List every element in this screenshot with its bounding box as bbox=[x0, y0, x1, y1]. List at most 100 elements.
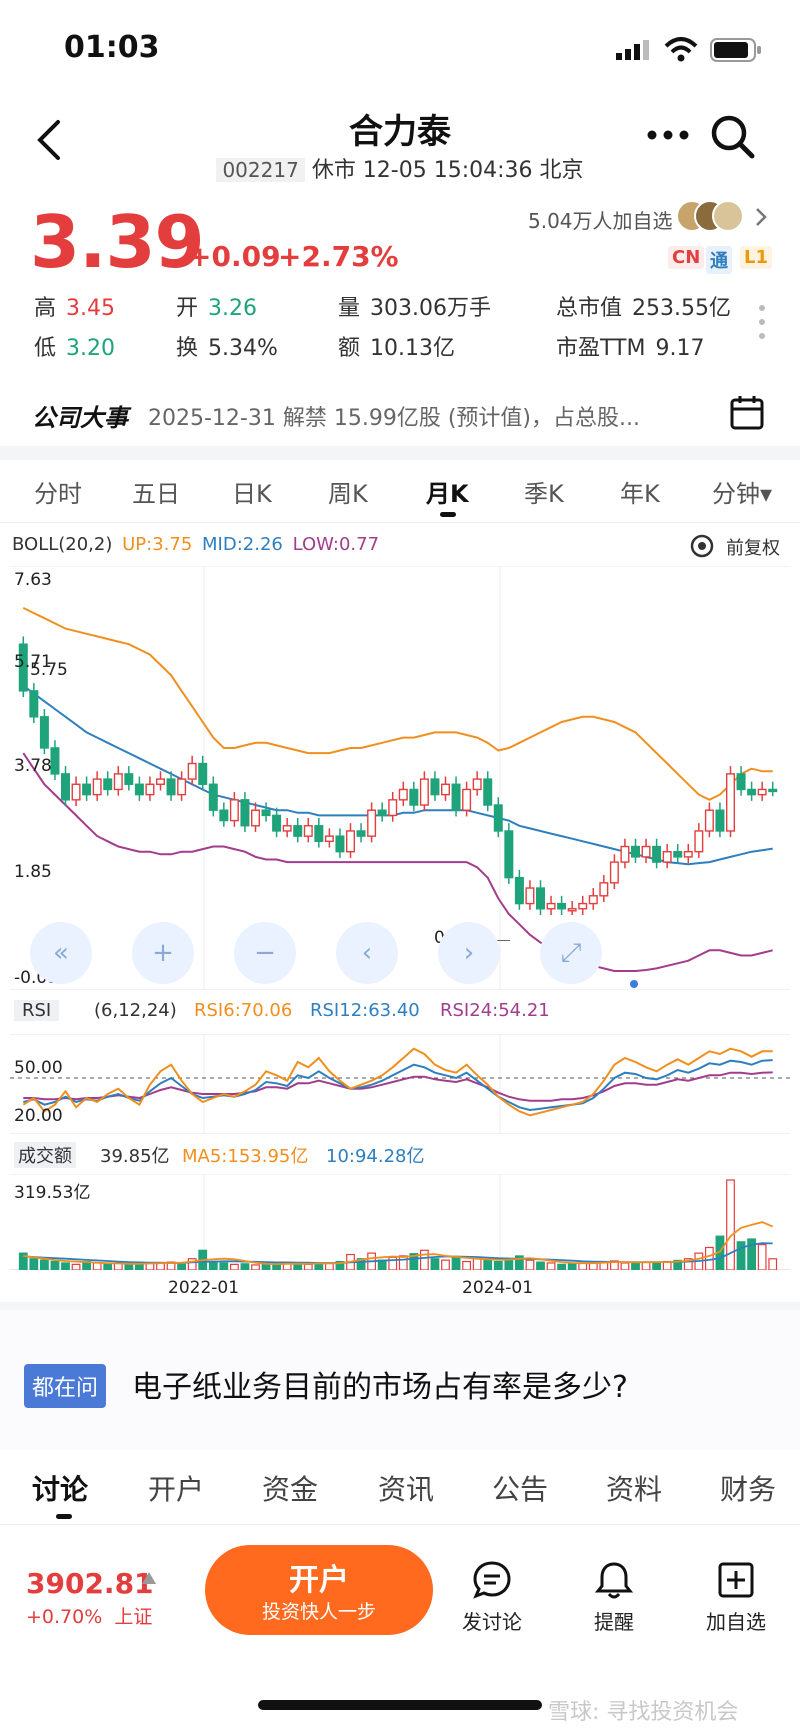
candle-body bbox=[335, 835, 345, 853]
volume-ma5: MA5:153.95亿 bbox=[182, 1146, 309, 1167]
calendar-icon[interactable] bbox=[730, 394, 764, 430]
home-indicator bbox=[258, 1700, 542, 1710]
volume-chart[interactable] bbox=[10, 1174, 790, 1270]
index-value[interactable]: 3902.81 bbox=[26, 1567, 154, 1600]
volume-bar bbox=[768, 1258, 778, 1270]
price-change-pct: +2.73% bbox=[278, 240, 399, 273]
zoom-out-button[interactable]: − bbox=[234, 922, 296, 984]
index-change: +0.70% 上证 bbox=[26, 1606, 153, 1628]
rsi6-line bbox=[22, 1047, 773, 1117]
volume-bar bbox=[726, 1179, 735, 1270]
boll-mid: MID:2.26 bbox=[202, 534, 283, 555]
volume-bar bbox=[462, 1260, 472, 1270]
candle-body bbox=[715, 809, 725, 832]
settings-icon[interactable] bbox=[688, 532, 716, 560]
price-change: +0.09 bbox=[188, 240, 281, 273]
volume-ma10-line bbox=[23, 1242, 773, 1264]
candle-body bbox=[398, 788, 408, 801]
candle-body bbox=[419, 778, 429, 806]
tab-profile[interactable]: 资料 bbox=[606, 1468, 662, 1508]
scroll-start-button[interactable]: « bbox=[30, 922, 92, 984]
scroll-left-button[interactable]: ‹ bbox=[336, 922, 398, 984]
question-text[interactable]: 电子纸业务目前的市场占有率是多少? bbox=[132, 1362, 628, 1406]
open-account-label: 开户 bbox=[289, 1563, 349, 1598]
tab-daily[interactable]: 日K bbox=[232, 474, 272, 509]
tab-news[interactable]: 资讯 bbox=[378, 1468, 434, 1508]
rsi-y-label-20: 20.00 bbox=[14, 1106, 63, 1126]
followers-count: 5.04万人加自选 bbox=[528, 209, 673, 233]
volume-bar bbox=[50, 1260, 60, 1270]
search-icon[interactable] bbox=[710, 114, 756, 160]
post-discussion-button[interactable]: 发讨论 bbox=[442, 1560, 542, 1635]
chevron-right-icon[interactable] bbox=[754, 206, 768, 228]
adjust-mode[interactable]: 前复权 bbox=[726, 534, 780, 560]
x-tick-2022: 2022-01 bbox=[168, 1278, 240, 1298]
volume-value: 39.85亿 bbox=[100, 1146, 170, 1167]
rsi-chart[interactable] bbox=[10, 1034, 790, 1134]
expand-dots-icon[interactable] bbox=[758, 304, 766, 340]
candle-body bbox=[747, 788, 757, 796]
candle-body bbox=[483, 778, 493, 806]
tab-discussion[interactable]: 讨论 bbox=[32, 1468, 88, 1508]
tab-intraday[interactable]: 分时 bbox=[34, 474, 82, 509]
candle-body bbox=[39, 716, 49, 749]
candle-body bbox=[261, 809, 271, 817]
status-time: 01:03 bbox=[64, 30, 160, 65]
tab-open-account[interactable]: 开户 bbox=[148, 1468, 204, 1508]
candle-body bbox=[662, 851, 672, 863]
boll-legend: BOLL(20,2) UP:3.75 MID:2.26 LOW:0.77 bbox=[12, 534, 379, 555]
tab-weekly[interactable]: 周K bbox=[328, 474, 368, 509]
volume-ma10: 10:94.28亿 bbox=[326, 1146, 425, 1167]
tab-announcements[interactable]: 公告 bbox=[492, 1468, 548, 1508]
tab-monthly[interactable]: 月K bbox=[426, 474, 469, 509]
alert-button[interactable]: 提醒 bbox=[564, 1560, 664, 1635]
more-icon[interactable] bbox=[646, 128, 690, 142]
wifi-icon bbox=[664, 37, 698, 62]
add-watchlist-button[interactable]: 加自选 bbox=[686, 1560, 786, 1635]
volume-bar bbox=[208, 1260, 218, 1270]
tab-5day[interactable]: 五日 bbox=[132, 474, 180, 509]
tab-financials[interactable]: 财务 bbox=[720, 1468, 780, 1508]
volume-ma5-line bbox=[23, 1221, 774, 1266]
rsi24-value: RSI24:54.21 bbox=[440, 1000, 550, 1021]
candle-body bbox=[451, 783, 461, 811]
candle-body bbox=[293, 825, 303, 837]
y-label-max: 7.63 bbox=[14, 570, 52, 590]
volume-bar bbox=[546, 1262, 556, 1270]
volume-bar bbox=[557, 1263, 567, 1270]
candle-body bbox=[588, 895, 598, 905]
tab-quarterly[interactable]: 季K bbox=[524, 474, 564, 509]
open-account-button[interactable]: 开户 投资快人一步 bbox=[205, 1545, 433, 1635]
candle-body bbox=[441, 783, 451, 796]
volume-bar bbox=[652, 1262, 662, 1270]
rsi-legend: RSI (6,12,24) RSI6:70.06 RSI12:63.40 RSI… bbox=[0, 996, 800, 1030]
add-box-icon bbox=[718, 1562, 754, 1598]
tab-yearly[interactable]: 年K bbox=[620, 474, 660, 509]
candle-body bbox=[145, 783, 155, 796]
volume-bar bbox=[61, 1262, 70, 1270]
tab-minute[interactable]: 分钟▾ bbox=[712, 474, 772, 509]
add-watchlist-label: 加自选 bbox=[706, 1610, 766, 1634]
candle-body bbox=[736, 773, 746, 791]
fullscreen-button[interactable]: ⤢ bbox=[540, 922, 602, 984]
candle-body bbox=[71, 783, 81, 801]
candle-body bbox=[536, 887, 546, 910]
tab-funds[interactable]: 资金 bbox=[262, 1468, 318, 1508]
scroll-right-button[interactable]: › bbox=[438, 922, 500, 984]
boll-low: LOW:0.77 bbox=[292, 534, 380, 555]
volume-bar bbox=[430, 1258, 440, 1270]
y-label-upper-b: 5.75 bbox=[30, 660, 68, 680]
kline-chart[interactable] bbox=[10, 566, 790, 990]
candle-body bbox=[134, 783, 144, 796]
volume-legend: 成交额 39.85亿 MA5:153.95亿 10:94.28亿 bbox=[0, 1138, 800, 1172]
stat-amount: 额 10.13亿 bbox=[338, 336, 455, 361]
volume-bar bbox=[303, 1263, 313, 1270]
candle-body bbox=[113, 773, 123, 791]
volume-bar bbox=[92, 1262, 102, 1270]
stat-volume: 量 303.06万手 bbox=[338, 296, 491, 321]
company-event-bar[interactable]: 公司大事 2025-12-31 解禁 15.99亿股 (预计值)，占总股... bbox=[0, 386, 800, 446]
candle-body bbox=[377, 809, 387, 817]
volume-bar bbox=[219, 1262, 229, 1270]
zoom-in-button[interactable]: + bbox=[132, 922, 194, 984]
candle-body bbox=[557, 902, 567, 910]
